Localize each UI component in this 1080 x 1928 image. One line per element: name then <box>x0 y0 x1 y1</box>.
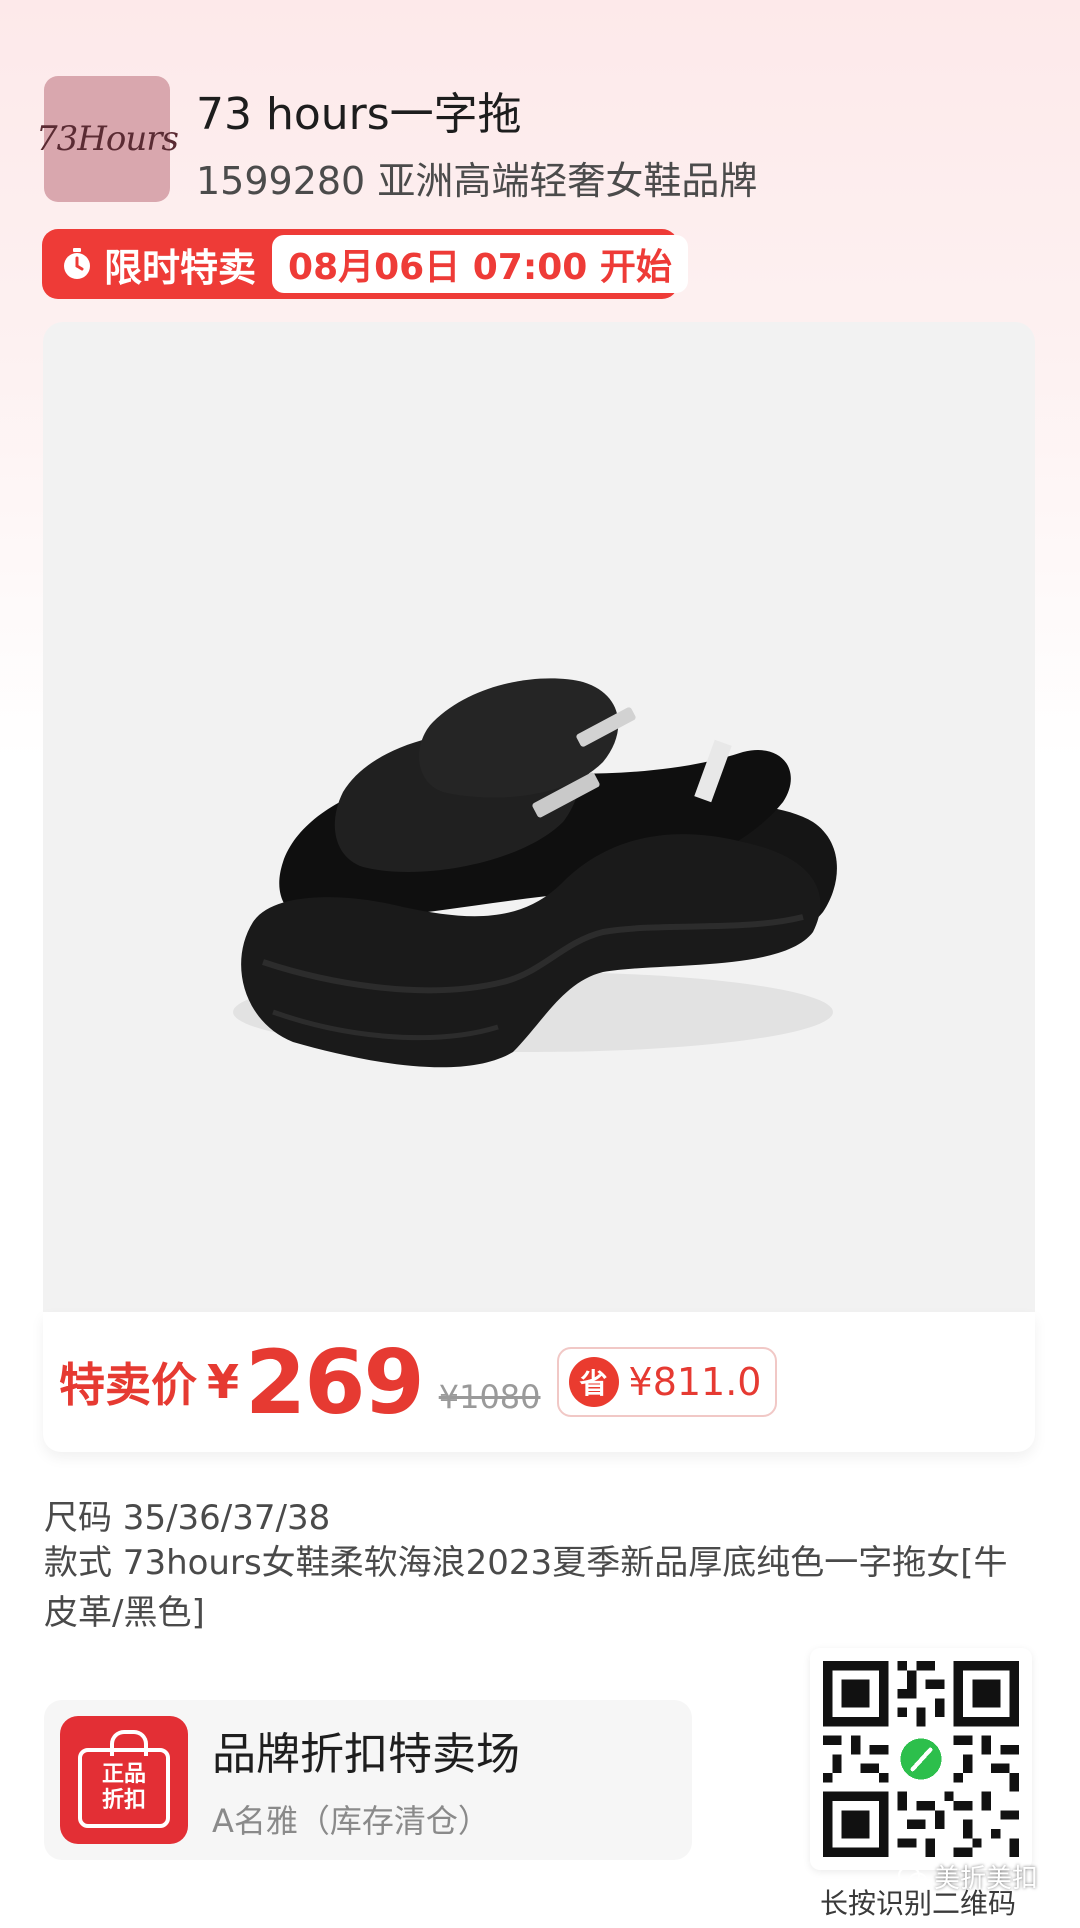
store-title: 品牌折扣特卖场 <box>212 1729 520 1780</box>
flash-sale-label: 限时特卖 <box>104 245 257 290</box>
watermark: 美折美扣 <box>898 1858 1038 1895</box>
store-icon-line2: 折扣 <box>101 1788 146 1813</box>
brand-logo-text: 73Hours <box>36 119 179 159</box>
flash-sale-start-time: 08月06日 07:00 开始 <box>272 235 688 293</box>
store-icon-line1: 正品 <box>101 1762 146 1787</box>
genuine-discount-icon: 正品 折扣 <box>60 1716 188 1844</box>
style-info: 款式 73hours女鞋柔软海浪2023夏季新品厚底纯色一字拖女[牛皮革/黑色] <box>44 1543 1008 1633</box>
sandal-image <box>233 678 837 1068</box>
qr-code[interactable] <box>810 1648 1032 1870</box>
brand-title: 73 hours一字拖 <box>196 89 522 140</box>
save-icon: 省 <box>568 1357 619 1407</box>
sale-price-label: 特卖价 <box>59 1358 197 1412</box>
flash-sale-banner: 限时特卖 08月06日 07:00 开始 <box>42 229 688 299</box>
brand-subtitle: 1599280 亚洲高端轻奢女鞋品牌 <box>196 159 758 203</box>
store-subtitle: A名雅（库存清仓） <box>212 1802 490 1840</box>
original-price: ¥1080 <box>438 1378 541 1416</box>
shopping-bag-icon: 正品 折扣 <box>78 1730 170 1828</box>
sale-price: 269 <box>245 1330 425 1434</box>
brand-logo: 73Hours <box>36 76 179 202</box>
size-info: 尺码 35/36/37/38 <box>44 1498 331 1538</box>
qr-code-icon <box>823 1661 1019 1857</box>
watermark-text: 美折美扣 <box>934 1864 1039 1894</box>
store-card[interactable]: 正品 折扣 品牌折扣特卖场 A名雅（库存清仓） <box>44 1700 692 1860</box>
product-image[interactable] <box>43 322 1035 1312</box>
price-card: 特卖价 ¥ 269 ¥1080 省 ¥811.0 <box>43 1312 1035 1452</box>
savings-badge: 省 ¥811.0 <box>556 1347 778 1417</box>
wechat-icon <box>898 1865 927 1887</box>
savings-amount: ¥811.0 <box>628 1360 762 1404</box>
stopwatch-icon <box>64 248 90 279</box>
currency-symbol: ¥ <box>207 1355 240 1409</box>
